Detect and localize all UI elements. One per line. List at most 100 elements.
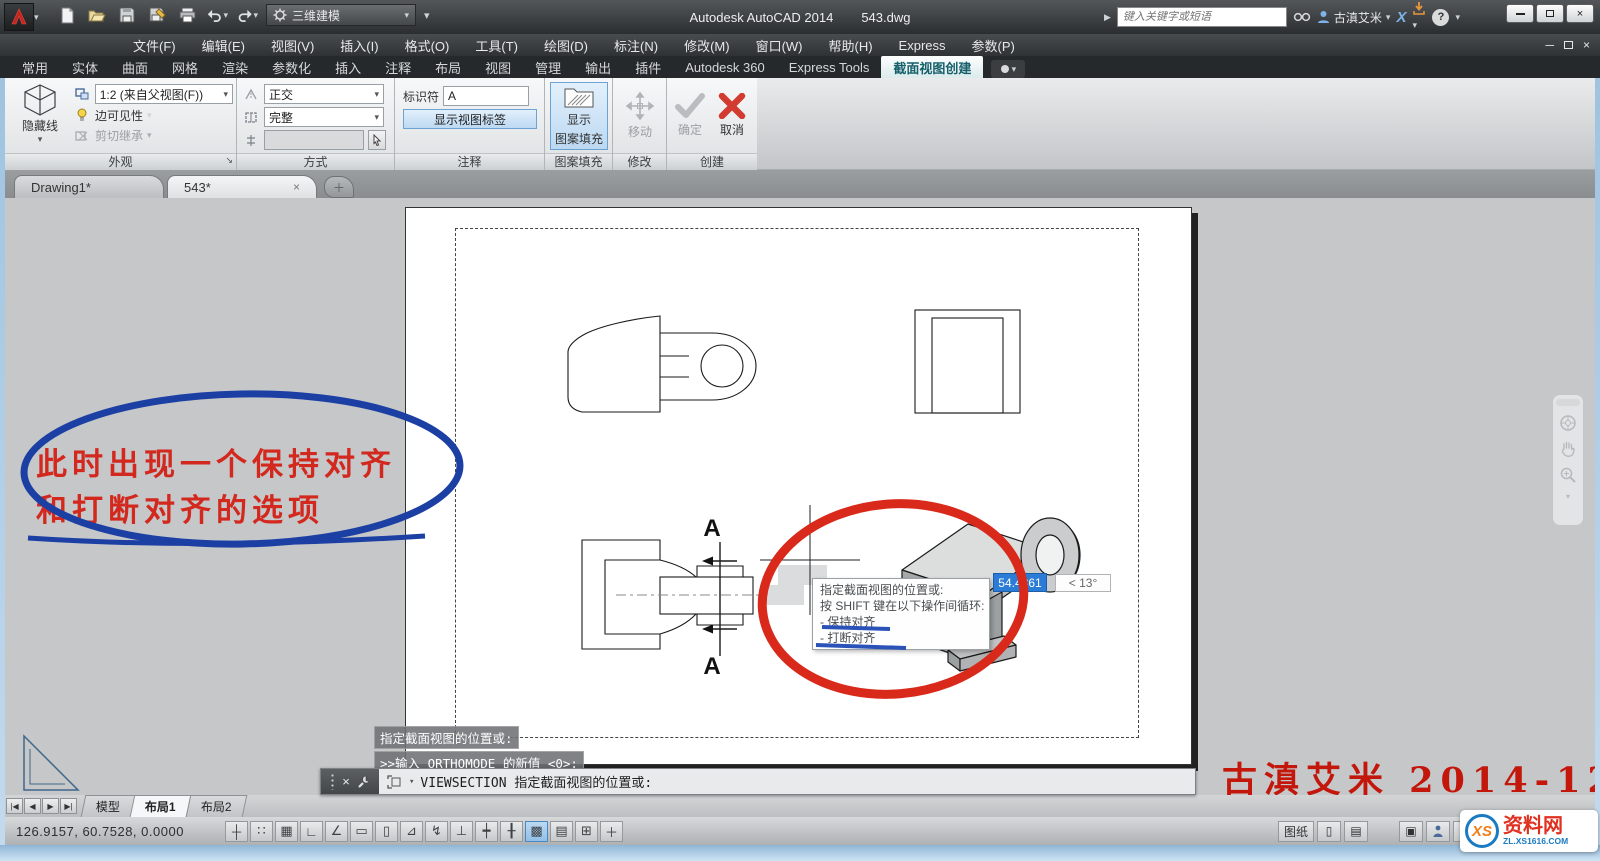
panel-create-footer[interactable]: 创建 xyxy=(667,153,757,170)
polar-tracking-toggle[interactable]: ∠ xyxy=(325,821,348,842)
doc-close-button[interactable]: × xyxy=(1583,38,1590,52)
navbar-grip[interactable] xyxy=(1556,399,1580,406)
annotation-scale-button[interactable] xyxy=(1426,821,1450,842)
panel-modify-footer[interactable]: 修改 xyxy=(613,153,666,170)
save-as-button[interactable] xyxy=(146,4,168,26)
plot-button[interactable] xyxy=(176,4,198,26)
show-hatch-button[interactable]: 显示 图案填充 xyxy=(550,82,608,150)
command-input[interactable]: ▾ VIEWSECTION 指定截面视图的位置或: xyxy=(379,769,1195,794)
object-snap-toggle[interactable]: ▭ xyxy=(350,821,373,842)
ribbon-display-options-button[interactable]: ▾ xyxy=(991,60,1025,78)
menu-tools[interactable]: 工具(T) xyxy=(462,34,531,56)
steering-wheel-icon[interactable] xyxy=(1559,414,1577,432)
tab-close-icon[interactable]: × xyxy=(293,180,300,194)
menu-express[interactable]: Express xyxy=(886,34,959,56)
exchange-apps-button[interactable]: X xyxy=(1396,9,1406,26)
transparency-toggle[interactable]: ╂ xyxy=(500,821,523,842)
panel-expand-icon[interactable]: ↘ xyxy=(225,152,233,168)
quick-view-drawings-button[interactable]: ▤ xyxy=(1344,821,1368,842)
menu-dimension[interactable]: 标注(N) xyxy=(601,34,671,56)
tooltip-option-break-alignment[interactable]: - 打断对齐 xyxy=(820,630,989,646)
command-recent-arrow[interactable]: ▾ xyxy=(409,777,414,787)
open-file-button[interactable] xyxy=(86,4,108,26)
ribbon-tab-autodesk360[interactable]: Autodesk 360 xyxy=(673,56,777,78)
navbar-more-arrow[interactable]: ▾ xyxy=(1566,492,1570,501)
panel-annotation-footer[interactable]: 注释 xyxy=(395,153,544,170)
tab-layout2[interactable]: 布局2 xyxy=(185,795,246,817)
grid-display-toggle[interactable]: ▦ xyxy=(275,821,298,842)
download-icon[interactable]: ▾ xyxy=(1412,1,1426,33)
navigation-bar[interactable]: ▾ xyxy=(1552,394,1584,526)
panel-method-footer[interactable]: 方式 xyxy=(237,153,394,170)
ribbon-tab-insert[interactable]: 插入 xyxy=(323,56,373,78)
file-tab-543[interactable]: 543* × xyxy=(167,175,317,198)
file-tab-drawing1[interactable]: Drawing1* xyxy=(14,175,164,198)
ribbon-tab-parametric[interactable]: 参数化 xyxy=(260,56,323,78)
ribbon-tab-solid[interactable]: 实体 xyxy=(60,56,110,78)
hidden-lines-button[interactable]: 隐藏线 ▾ xyxy=(11,83,69,145)
infocenter-collapse-arrow[interactable]: ▶ xyxy=(1104,12,1111,23)
lineweight-toggle[interactable]: ┿ xyxy=(475,821,498,842)
ribbon-tab-annotate[interactable]: 注释 xyxy=(373,56,423,78)
close-command-line-icon[interactable]: × xyxy=(342,774,350,789)
close-button[interactable]: × xyxy=(1566,4,1594,23)
3d-object-snap-toggle[interactable]: ▯ xyxy=(375,821,398,842)
doc-restore-button[interactable] xyxy=(1564,41,1573,49)
annotation-monitor-toggle[interactable]: ▤ xyxy=(550,821,573,842)
scale-dropdown[interactable]: 1:2 (来自父视图(F)) ▾ xyxy=(95,84,233,104)
ribbon-tab-view[interactable]: 视图 xyxy=(473,56,523,78)
quick-properties-toggle[interactable]: ⊞ xyxy=(575,821,598,842)
menu-file[interactable]: 文件(F) xyxy=(120,34,189,56)
menu-window[interactable]: 窗口(W) xyxy=(743,34,816,56)
undo-button[interactable]: ▾ xyxy=(206,4,228,26)
help-button[interactable]: ? xyxy=(1432,9,1449,26)
dynamic-input-distance[interactable]: 54.4861 xyxy=(993,573,1047,592)
tab-model[interactable]: 模型 xyxy=(81,795,136,817)
snap-mode-toggle[interactable]: ∷ xyxy=(250,821,273,842)
app-menu-button[interactable]: ▾ xyxy=(4,2,50,32)
drag-grip-icon[interactable] xyxy=(330,773,335,790)
tab-layout1[interactable]: 布局1 xyxy=(130,795,191,817)
paper-model-button[interactable]: 图纸 xyxy=(1278,821,1314,842)
panel-appearance-footer[interactable]: 外观 ↘ xyxy=(5,153,236,170)
minimize-button[interactable] xyxy=(1506,4,1534,23)
dynamic-input-toggle[interactable]: ⊥ xyxy=(450,821,473,842)
quick-view-layouts-button[interactable]: ▯ xyxy=(1317,821,1341,842)
selection-cycling-toggle[interactable]: ▩ xyxy=(525,821,548,842)
prev-layout-button[interactable]: ◀ xyxy=(24,798,41,814)
menu-view[interactable]: 视图(V) xyxy=(258,34,327,56)
dynamic-input-angle[interactable]: < 13° xyxy=(1055,574,1111,592)
panel-hatch-footer[interactable]: 图案填充 xyxy=(545,153,612,170)
dynamic-ucs-toggle[interactable]: ↯ xyxy=(425,821,448,842)
edge-visibility-button[interactable]: 边可见性 ▾ xyxy=(73,107,233,124)
lock-ui-toggle[interactable]: ＋ xyxy=(600,821,623,842)
projection-dropdown[interactable]: 正交 ▾ xyxy=(264,84,384,104)
ribbon-tab-surface[interactable]: 曲面 xyxy=(110,56,160,78)
menu-insert[interactable]: 插入(I) xyxy=(327,34,391,56)
maximize-button[interactable] xyxy=(1536,4,1564,23)
ribbon-tab-section-view-creation[interactable]: 截面视图创建 xyxy=(881,56,983,78)
ribbon-tab-layout[interactable]: 布局 xyxy=(423,56,473,78)
workspace-dropdown[interactable]: 三维建模 ▾ xyxy=(266,4,416,26)
maximize-viewport-button[interactable]: ▣ xyxy=(1399,821,1423,842)
new-file-button[interactable] xyxy=(56,4,78,26)
ribbon-tab-manage[interactable]: 管理 xyxy=(523,56,573,78)
menu-modify[interactable]: 修改(M) xyxy=(671,34,743,56)
ribbon-tab-express-tools[interactable]: Express Tools xyxy=(777,56,882,78)
ribbon-tab-plugins[interactable]: 插件 xyxy=(623,56,673,78)
signin-user[interactable]: 古滇艾米 ▾ xyxy=(1317,9,1391,26)
last-layout-button[interactable]: ▶| xyxy=(60,798,77,814)
doc-minimize-button[interactable]: ─ xyxy=(1545,38,1554,52)
ribbon-tab-mesh[interactable]: 网格 xyxy=(160,56,210,78)
search-input[interactable] xyxy=(1117,7,1287,27)
ribbon-tab-home[interactable]: 常用 xyxy=(10,56,60,78)
wrench-icon[interactable] xyxy=(357,775,370,788)
first-layout-button[interactable]: |◀ xyxy=(6,798,23,814)
object-snap-tracking-toggle[interactable]: ⊿ xyxy=(400,821,423,842)
pick-point-button[interactable] xyxy=(368,130,386,150)
infer-constraints-toggle[interactable]: ┼ xyxy=(225,821,248,842)
menu-draw[interactable]: 绘图(D) xyxy=(531,34,601,56)
qat-overflow-button[interactable]: ▾ xyxy=(424,9,430,22)
drawing-canvas[interactable]: A A xyxy=(0,198,1600,795)
ribbon-tab-output[interactable]: 输出 xyxy=(573,56,623,78)
